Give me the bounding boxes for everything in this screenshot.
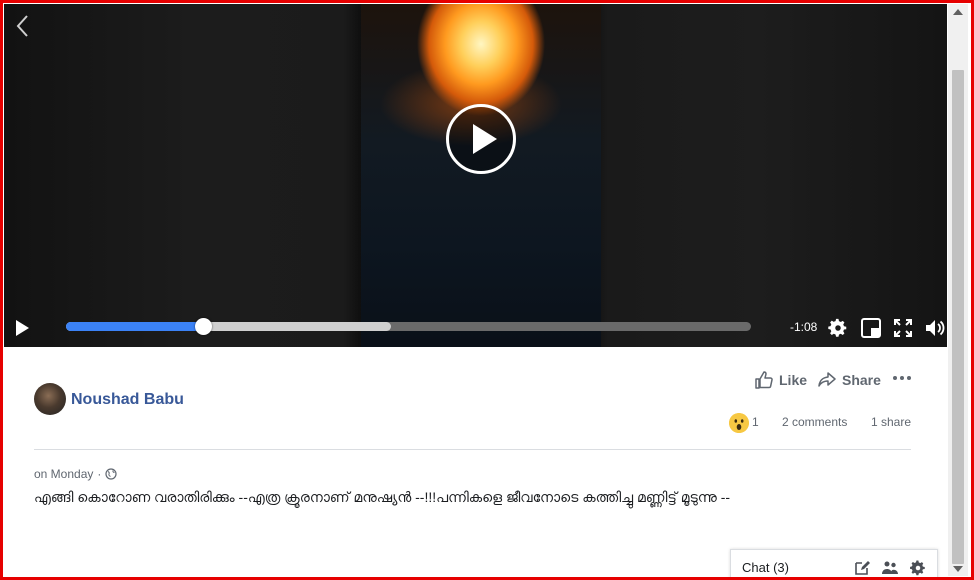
gear-icon[interactable]: [827, 317, 849, 339]
progress-scrubber[interactable]: [195, 318, 212, 335]
share-arrow-icon: [818, 372, 836, 387]
shares-count-link[interactable]: 1 share: [871, 415, 911, 429]
big-play-button[interactable]: [446, 104, 516, 174]
like-label: Like: [779, 372, 808, 388]
post-viewer-frame: -1:08 Noushad Babu Like Share 1 2 commen…: [0, 0, 974, 580]
play-icon[interactable]: [14, 319, 30, 337]
post-text: എങ്ങി കൊറോണ വരാതിരിക്കും --എത്ര ക്രൂരനാണ…: [34, 489, 731, 505]
reaction-count[interactable]: 1: [752, 415, 759, 429]
play-circle-icon: [473, 124, 497, 154]
video-controls: -1:08: [4, 309, 947, 347]
separator-dot: ·: [97, 467, 102, 481]
gear-icon[interactable]: [909, 559, 927, 577]
chat-bar[interactable]: Chat (3): [730, 549, 938, 577]
thumbs-up-icon: [755, 371, 773, 389]
chat-label: Chat (3): [742, 560, 789, 575]
like-button[interactable]: Like: [754, 370, 807, 390]
fullscreen-icon[interactable]: [892, 317, 914, 339]
video-frame: [361, 4, 601, 347]
scroll-down-arrow-icon[interactable]: [948, 562, 968, 576]
avatar[interactable]: [34, 383, 66, 415]
picture-in-picture-icon[interactable]: [860, 317, 882, 339]
share-button[interactable]: Share: [817, 370, 881, 390]
page-scrollbar[interactable]: [948, 4, 968, 576]
comments-count-link[interactable]: 2 comments: [782, 415, 847, 429]
share-label: Share: [842, 372, 881, 388]
progress-played: [66, 322, 203, 331]
chevron-left-icon[interactable]: [13, 12, 31, 40]
scroll-thumb[interactable]: [952, 70, 964, 564]
compose-icon[interactable]: [853, 559, 871, 577]
progress-bar[interactable]: [66, 318, 751, 335]
author-name-link[interactable]: Noushad Babu: [71, 391, 184, 409]
scroll-up-arrow-icon[interactable]: [948, 4, 968, 20]
globe-icon: [105, 468, 117, 480]
timestamp-text[interactable]: on Monday: [34, 467, 93, 481]
volume-icon[interactable]: [924, 317, 946, 339]
time-remaining: -1:08: [790, 320, 818, 334]
video-player[interactable]: -1:08: [4, 4, 947, 347]
group-icon[interactable]: [881, 559, 899, 577]
post-timestamp: on Monday ·: [34, 467, 117, 481]
divider: [34, 449, 911, 450]
more-options-icon[interactable]: [891, 369, 913, 387]
wow-emoji-icon[interactable]: [729, 413, 749, 433]
